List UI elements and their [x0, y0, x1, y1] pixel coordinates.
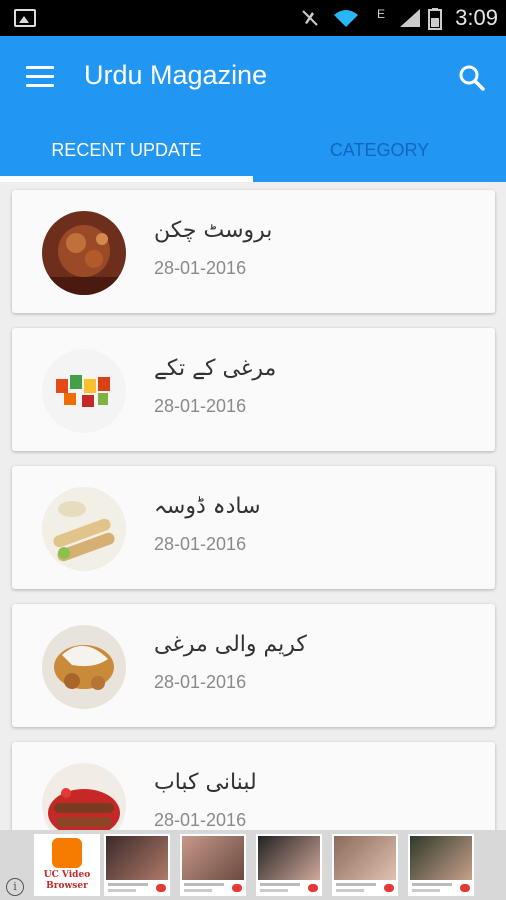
status-time: 3:09 — [455, 5, 498, 30]
menu-icon[interactable] — [26, 66, 54, 88]
recipe-list[interactable]: بروسٹ چکن 28-01-2016 مرغی کے تکے 28-01-2… — [0, 182, 506, 830]
tab-category[interactable]: CATEGORY — [253, 136, 506, 178]
list-item[interactable]: سادہ ڈوسہ 28-01-2016 — [12, 466, 495, 589]
ad-video-thumbnail[interactable] — [408, 834, 474, 896]
ad-banner[interactable]: i UC Video Browser — [0, 830, 506, 900]
ad-info-icon[interactable]: i — [6, 878, 24, 896]
recipe-title: مرغی کے تکے — [154, 356, 277, 381]
status-bar: E 3:09 — [0, 0, 506, 36]
ad-video-thumbnail[interactable] — [332, 834, 398, 896]
recipe-date: 28-01-2016 — [154, 672, 247, 692]
recipe-title: کریم والی مرغی — [154, 632, 307, 657]
list-item[interactable]: بروسٹ چکن 28-01-2016 — [12, 190, 495, 313]
ad-app-name: UC Video Browser — [43, 870, 91, 891]
ad-video-thumbnail[interactable] — [104, 834, 170, 896]
recipe-date: 28-01-2016 — [154, 810, 247, 830]
recipe-title: لبنانی کباب — [154, 770, 257, 795]
recipe-date: 28-01-2016 — [154, 396, 247, 416]
recipe-thumbnail — [42, 487, 126, 571]
gallery-notification-icon — [14, 9, 36, 27]
recipe-title: بروسٹ چکن — [154, 218, 273, 243]
recipe-date: 28-01-2016 — [154, 534, 247, 554]
recipe-title: سادہ ڈوسہ — [154, 494, 261, 519]
ad-video-thumbnail[interactable] — [180, 834, 246, 896]
recipe-thumbnail — [42, 625, 126, 709]
mute-icon — [300, 8, 320, 32]
recipe-thumbnail — [42, 763, 126, 830]
tab-recent-update[interactable]: RECENT UPDATE — [0, 136, 253, 178]
list-item[interactable]: لبنانی کباب 28-01-2016 — [12, 742, 495, 830]
recipe-thumbnail — [42, 211, 126, 295]
wifi-icon — [332, 8, 360, 32]
battery-icon — [428, 8, 442, 34]
ad-app-tile[interactable]: UC Video Browser — [34, 834, 100, 896]
app-title: Urdu Magazine — [84, 60, 268, 90]
network-type: E — [377, 7, 386, 21]
recipe-thumbnail — [42, 349, 126, 433]
signal-icon — [398, 8, 422, 32]
ad-video-thumbnail[interactable] — [256, 834, 322, 896]
search-icon[interactable] — [456, 62, 488, 94]
app-bar: Urdu Magazine RECENT UPDATE CATEGORY — [0, 36, 506, 182]
recipe-date: 28-01-2016 — [154, 258, 247, 278]
list-item[interactable]: مرغی کے تکے 28-01-2016 — [12, 328, 495, 451]
uc-browser-icon — [52, 838, 82, 868]
list-item[interactable]: کریم والی مرغی 28-01-2016 — [12, 604, 495, 727]
